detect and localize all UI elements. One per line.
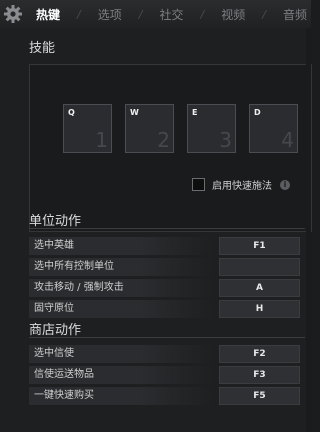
hotkey-row: 选中英雄 F1 (29, 237, 300, 255)
skill-key-label: Q (68, 108, 75, 117)
hotkey-binding-button[interactable]: F1 (219, 237, 300, 255)
skill-slot-q[interactable]: Q 1 (63, 104, 112, 153)
hotkey-binding-button[interactable]: F5 (219, 387, 300, 405)
hotkey-row-label: 选中信使 (29, 345, 213, 363)
skills-title: 技能 (29, 41, 56, 56)
skill-slot-number: 2 (157, 128, 170, 152)
scrollbar[interactable] (306, 28, 311, 432)
hotkeys-panel: 技能 Q 1 W 2 E 3 D 4 启用快速施法 i 单位动作 选中英雄 F1… (0, 28, 312, 432)
hotkey-row-label: 选中英雄 (29, 237, 213, 255)
quickcast-label: 启用快速施法 (212, 181, 272, 192)
hotkey-row: 一键快速购买 F5 (29, 387, 300, 405)
hotkey-row-label: 一键快速购买 (29, 387, 213, 405)
settings-tabs: 热键 / 选项 / 社交 / 视频 / 音频 (34, 0, 309, 28)
gear-icon[interactable] (3, 4, 23, 24)
skill-slot-d[interactable]: D 4 (249, 104, 298, 153)
quickcast-option: 启用快速施法 i (192, 177, 290, 192)
hotkey-binding-button[interactable]: F2 (219, 345, 300, 363)
tab-hotkeys[interactable]: 热键 (34, 6, 62, 23)
hotkey-row: 选中信使 F2 (29, 345, 300, 363)
hotkey-row: 选中所有控制单位 (29, 258, 300, 276)
quickcast-checkbox[interactable] (192, 178, 205, 191)
tab-video[interactable]: 视频 (219, 6, 247, 23)
hotkey-row-label: 攻击移动 / 强制攻击 (29, 279, 213, 297)
hotkey-binding-button[interactable]: A (219, 279, 300, 297)
tab-options[interactable]: 选项 (96, 6, 124, 23)
hotkey-row: 固守原位 H (29, 300, 300, 318)
hotkey-row: 信使运送物品 F3 (29, 366, 300, 384)
top-nav-bar: 热键 / 选项 / 社交 / 视频 / 音频 (0, 0, 311, 29)
info-icon[interactable]: i (280, 179, 290, 190)
tab-separator: / (77, 7, 81, 21)
hotkey-binding-button[interactable]: H (219, 300, 300, 318)
tab-separator: / (138, 7, 143, 21)
skill-slot-e[interactable]: E 3 (187, 104, 236, 153)
tab-separator: / (200, 7, 205, 21)
shop-actions-title: 商店动作 (29, 323, 82, 338)
hotkey-binding-button[interactable] (219, 258, 300, 276)
skills-box: Q 1 W 2 E 3 D 4 启用快速施法 i (29, 64, 312, 232)
tab-separator: / (262, 7, 266, 21)
skill-slot-number: 4 (281, 128, 294, 152)
unit-actions-title: 单位动作 (29, 214, 82, 229)
skill-slot-w[interactable]: W 2 (125, 104, 174, 153)
tab-social[interactable]: 社交 (157, 6, 185, 23)
tab-audio[interactable]: 音频 (281, 6, 309, 23)
skill-key-label: E (192, 108, 198, 117)
hotkey-binding-button[interactable]: F3 (219, 366, 300, 384)
section-divider (29, 228, 305, 229)
skill-slot-number: 1 (95, 128, 108, 152)
hotkey-row-label: 信使运送物品 (29, 366, 213, 384)
hotkey-row: 攻击移动 / 强制攻击 A (29, 279, 300, 297)
skill-slot-number: 3 (219, 128, 232, 152)
hotkey-row-label: 固守原位 (29, 300, 213, 318)
skill-key-label: D (254, 108, 261, 117)
skill-key-label: W (130, 108, 139, 117)
hotkey-row-label: 选中所有控制单位 (29, 258, 213, 276)
section-divider (29, 337, 305, 338)
